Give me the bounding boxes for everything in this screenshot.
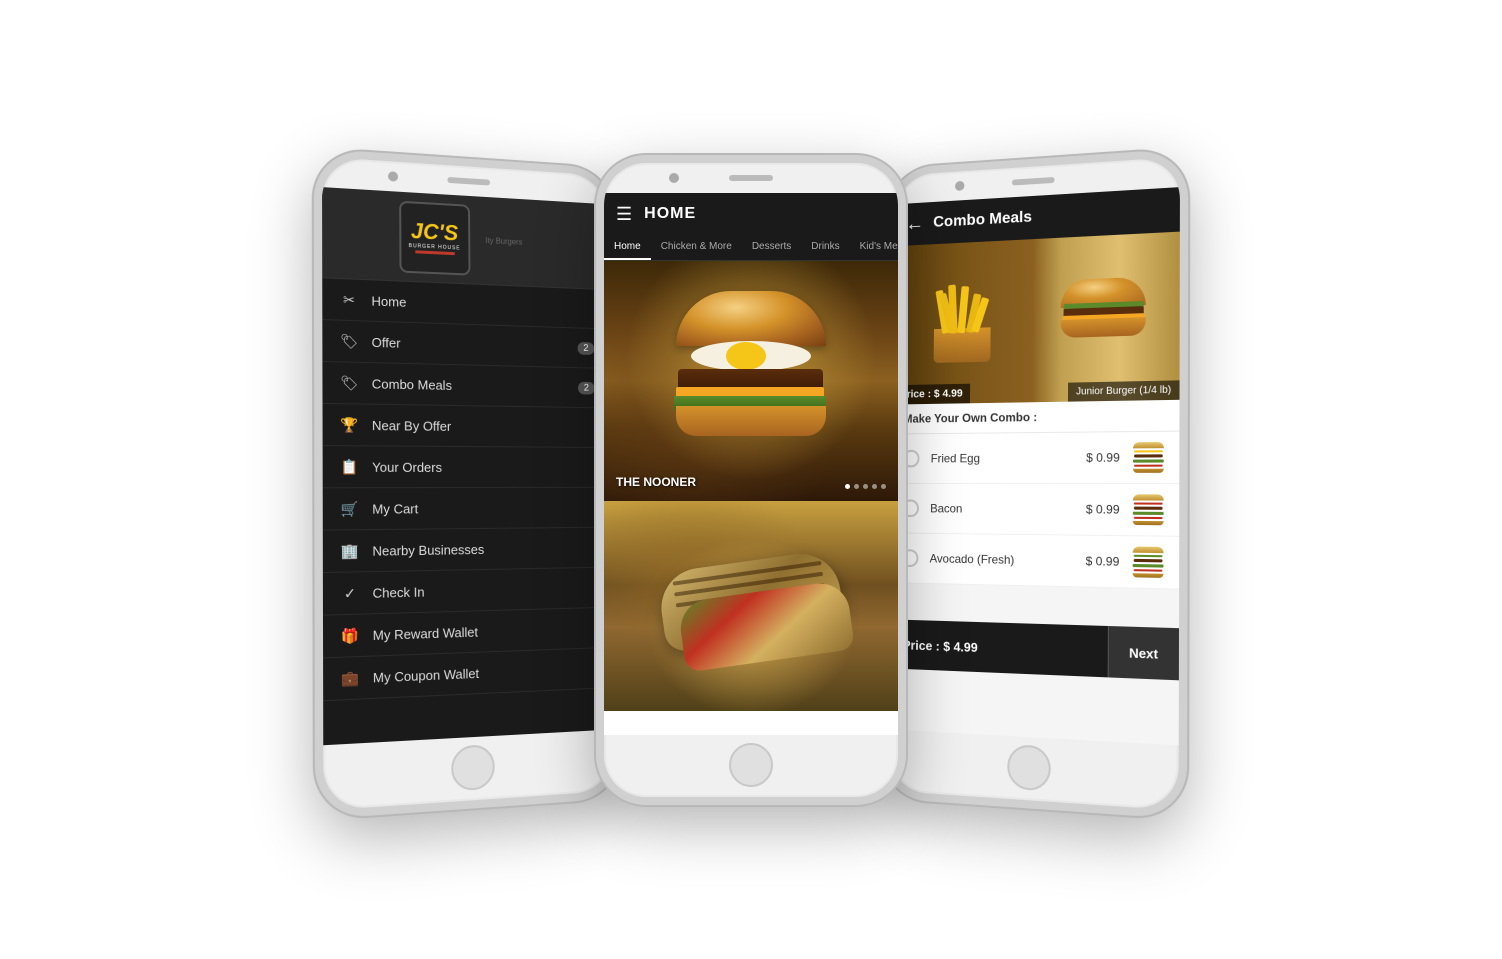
orders-icon: 📋 <box>339 456 360 477</box>
checkin-icon: ✓ <box>340 582 361 603</box>
back-arrow-icon[interactable]: ← <box>905 214 924 234</box>
screen-right: ← Combo Meals <box>888 187 1179 745</box>
hero-burger-visual <box>604 261 898 501</box>
brand-tagline: Ity Burgers <box>470 231 538 251</box>
option-price-fried-egg: $ 0.99 <box>1086 450 1120 464</box>
menu-label-orders: Your Orders <box>372 459 596 475</box>
menu-label-coupon: My Coupon Wallet <box>373 660 598 684</box>
screen-left: JC'S BURGER HOUSE Ity Burgers ✂ Home 🏷 O… <box>322 187 613 745</box>
combo-options: Fried Egg $ 0.99 Bacon $ 0.99 <box>890 431 1179 589</box>
hero-dots <box>845 484 886 489</box>
sidebar-logo: JC'S BURGER HOUSE Ity Burgers <box>322 187 608 290</box>
phone-left: JC'S BURGER HOUSE Ity Burgers ✂ Home 🏷 O… <box>314 148 622 819</box>
dot-5 <box>881 484 886 489</box>
logo-badge: JC'S BURGER HOUSE <box>399 200 470 275</box>
footer-price: Price : $ 4.99 <box>889 636 1107 659</box>
menu-item-nearby-biz[interactable]: 🏢 Nearby Businesses <box>323 527 612 572</box>
hero-label: THE NOONER <box>616 475 696 489</box>
menu-item-cart[interactable]: 🛒 My Cart <box>323 487 611 530</box>
app-header: ☰ HOME <box>604 193 898 235</box>
screen-center: ☰ HOME Home Chicken & More Desserts Drin… <box>604 193 898 735</box>
menu-label-checkin: Check In <box>373 580 598 600</box>
tab-kids[interactable]: Kid's Me... <box>850 235 898 260</box>
tab-home[interactable]: Home <box>604 235 651 260</box>
dot-1 <box>845 484 850 489</box>
combo-footer: Price : $ 4.99 Next <box>889 619 1179 680</box>
coupon-icon: 💼 <box>340 667 361 689</box>
home-button-center[interactable] <box>729 743 773 787</box>
cart-icon: 🛒 <box>339 498 360 519</box>
phone-center: ☰ HOME Home Chicken & More Desserts Drin… <box>596 155 906 805</box>
menu-label-reward: My Reward Wallet <box>373 620 598 642</box>
camera-center <box>669 173 679 183</box>
bun-bottom <box>676 406 826 436</box>
hamburger-menu-icon[interactable]: ☰ <box>616 205 632 223</box>
tab-drinks[interactable]: Drinks <box>801 235 849 260</box>
offer-icon: 🏷 <box>339 330 360 351</box>
tab-desserts[interactable]: Desserts <box>742 235 801 260</box>
burger-icon-fried-egg <box>1130 442 1167 473</box>
dot-4 <box>872 484 877 489</box>
option-price-avocado: $ 0.99 <box>1086 553 1120 568</box>
offer-badge: 2 <box>577 341 594 354</box>
reward-icon: 🎁 <box>340 624 361 645</box>
camera-left <box>388 171 398 182</box>
option-label-avocado: Avocado (Fresh) <box>930 551 1086 568</box>
combo-icon: 🏷 <box>339 372 360 393</box>
combo-name-overlay: Junior Burger (1/4 lb) <box>1068 380 1180 401</box>
menu-label-cart: My Cart <box>372 499 596 515</box>
camera-right <box>955 180 964 190</box>
egg-yolk <box>726 342 766 370</box>
phones-container: JC'S BURGER HOUSE Ity Burgers ✂ Home 🏷 O… <box>51 30 1451 930</box>
nearby-biz-icon: 🏢 <box>339 540 360 561</box>
speaker-right <box>1012 176 1055 185</box>
combo-section-label: Make Your Own Combo : <box>892 399 1179 434</box>
menu-item-orders[interactable]: 📋 Your Orders <box>323 446 611 488</box>
nearby-offer-icon: 🏆 <box>339 414 360 435</box>
option-price-bacon: $ 0.99 <box>1086 502 1120 516</box>
header-title: HOME <box>644 205 696 223</box>
menu-label-offer: Offer <box>372 334 578 355</box>
bun-top <box>676 291 826 346</box>
burger-icon-bacon <box>1130 494 1167 525</box>
tab-chicken[interactable]: Chicken & More <box>651 235 742 260</box>
next-button[interactable]: Next <box>1107 625 1179 679</box>
sidebar-menu: ✂ Home 🏷 Offer 2 🏷 Combo Meals 2 🏆 Near … <box>322 278 613 701</box>
option-row-bacon[interactable]: Bacon $ 0.99 <box>891 483 1179 536</box>
hero-image: THE NOONER <box>604 261 898 501</box>
menu-label-combo: Combo Meals <box>372 375 578 394</box>
menu-item-nearby-offer[interactable]: 🏆 Near By Offer <box>323 403 611 447</box>
menu-label-nearby-biz: Nearby Businesses <box>372 539 596 557</box>
speaker-center <box>729 175 773 181</box>
combo-badge: 2 <box>578 381 595 394</box>
logo-main: JC'S <box>409 219 461 243</box>
home-icon: ✂ <box>339 289 360 310</box>
speaker-left <box>447 176 490 185</box>
second-food-image <box>604 501 898 711</box>
option-label-fried-egg: Fried Egg <box>931 450 1087 465</box>
dot-2 <box>854 484 859 489</box>
menu-label-home: Home <box>371 292 593 315</box>
menu-item-combo[interactable]: 🏷 Combo Meals 2 <box>322 361 609 407</box>
dot-3 <box>863 484 868 489</box>
home-button-left[interactable] <box>451 744 495 791</box>
phone-right: ← Combo Meals <box>880 148 1188 819</box>
menu-label-nearby-offer: Near By Offer <box>372 417 595 434</box>
option-row-fried-egg[interactable]: Fried Egg $ 0.99 <box>891 431 1179 483</box>
nav-tabs: Home Chicken & More Desserts Drinks Kid'… <box>604 235 898 261</box>
combo-hero-image: Price : $ 4.99 Junior Burger (1/4 lb) <box>892 231 1179 404</box>
option-label-bacon: Bacon <box>930 501 1086 516</box>
home-button-right[interactable] <box>1007 744 1051 791</box>
burger-icon-avocado <box>1129 546 1166 578</box>
option-row-avocado[interactable]: Avocado (Fresh) $ 0.99 <box>890 533 1179 589</box>
combo-title: Combo Meals <box>933 208 1032 231</box>
